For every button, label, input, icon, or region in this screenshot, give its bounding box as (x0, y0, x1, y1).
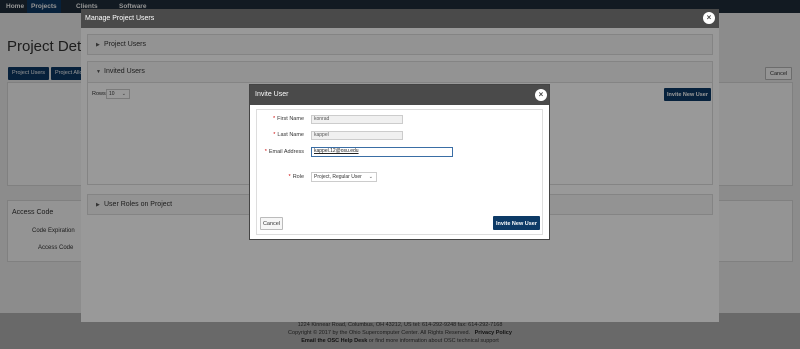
role-value: Project, Regular User (314, 174, 362, 180)
manage-modal-close-icon[interactable]: × (703, 12, 715, 24)
last-name-value: kappel (314, 132, 329, 138)
invite-user-modal: Invite User × * First Name konrad * Last N… (249, 84, 550, 240)
first-name-field[interactable]: konrad (311, 115, 403, 124)
invite-cancel-button[interactable]: Cancel (260, 217, 283, 230)
required-marker: * (264, 149, 267, 155)
manage-modal-title: Manage Project Users (85, 15, 155, 22)
required-marker: * (288, 174, 291, 180)
invite-modal-title: Invite User (255, 91, 289, 98)
last-name-field[interactable]: kappel (311, 131, 403, 140)
invite-user-form: * First Name konrad * Last Name kappel * Em… (256, 109, 543, 235)
invite-modal-header: Invite User (250, 85, 549, 105)
email-address-label: * Email Address (264, 149, 304, 155)
required-marker: * (273, 132, 276, 138)
first-name-value: konrad (314, 116, 330, 122)
manage-modal-header: Manage Project Users (81, 9, 719, 28)
email-address-value: kappel.12@osu.edu (314, 148, 359, 154)
chevron-down-icon: ⌄ (368, 174, 373, 180)
invite-modal-close-icon[interactable]: × (535, 89, 547, 101)
required-marker: * (272, 116, 276, 122)
first-name-label: * First Name (272, 116, 304, 122)
email-address-field[interactable]: kappel.12@osu.edu (311, 147, 453, 157)
role-select[interactable]: Project, Regular User ⌄ (311, 172, 377, 182)
last-name-label: * Last Name (273, 132, 304, 138)
role-label: * Role (288, 174, 304, 180)
invite-submit-button[interactable]: Invite New User (493, 216, 540, 230)
